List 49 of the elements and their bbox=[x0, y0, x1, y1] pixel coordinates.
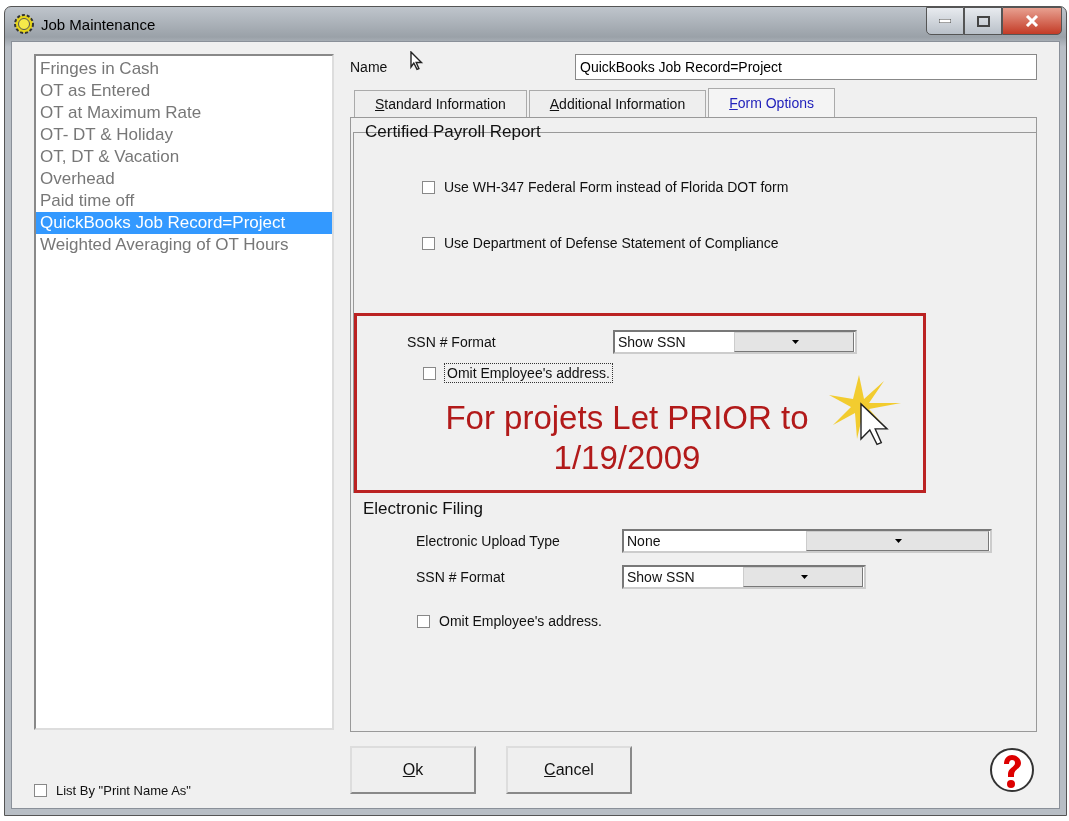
minimize-button[interactable] bbox=[926, 7, 964, 35]
list-item[interactable]: Overhead bbox=[36, 168, 332, 190]
list-item[interactable]: OT at Maximum Rate bbox=[36, 102, 332, 124]
list-item[interactable]: OT as Entered bbox=[36, 80, 332, 102]
list-item[interactable]: Paid time off bbox=[36, 190, 332, 212]
checkbox-label: Omit Employee's address. bbox=[445, 364, 612, 382]
callout-text: For projets Let PRIOR to 1/19/2009 bbox=[444, 398, 810, 478]
field-label: Electronic Upload Type bbox=[416, 533, 561, 549]
group-title: Electronic Filing bbox=[363, 499, 484, 519]
name-label: Name bbox=[350, 59, 388, 75]
group-title: Certified Payroll Report bbox=[365, 122, 541, 142]
field-label: SSN # Format bbox=[407, 334, 497, 350]
checkbox[interactable] bbox=[422, 180, 435, 194]
checkbox[interactable] bbox=[34, 784, 47, 797]
checkbox-label: Use Department of Defense Statement of Compliance bbox=[444, 235, 779, 251]
name-field[interactable]: QuickBooks Job Record=Project bbox=[575, 54, 1037, 80]
close-icon bbox=[1025, 15, 1039, 27]
caret-icon bbox=[791, 340, 799, 344]
checkbox[interactable] bbox=[423, 366, 436, 380]
gear-icon bbox=[13, 13, 35, 35]
ssn-format-dropdown[interactable]: Show SSN bbox=[613, 330, 857, 354]
ssn-format-dropdown[interactable]: Show SSN bbox=[622, 565, 866, 589]
upload-type-dropdown[interactable]: None bbox=[622, 529, 992, 553]
dropdown-button[interactable] bbox=[805, 531, 989, 551]
list-item[interactable]: Weighted Averaging of OT Hours bbox=[36, 234, 332, 256]
field-label: SSN # Format bbox=[416, 569, 506, 585]
caret-icon bbox=[895, 539, 903, 543]
list-item[interactable]: Fringes in Cash bbox=[36, 58, 332, 80]
dropdown-button[interactable] bbox=[733, 332, 854, 352]
tab[interactable]: Additional Information bbox=[528, 90, 707, 117]
caret-icon bbox=[800, 575, 808, 579]
dialog-button[interactable]: Cancel bbox=[506, 746, 632, 794]
help-icon[interactable] bbox=[989, 747, 1035, 793]
close-button[interactable] bbox=[1002, 7, 1062, 35]
checkbox-label: Use WH-347 Federal Form instead of Florida DOT form bbox=[444, 179, 789, 195]
window-title: Job Maintenance bbox=[41, 15, 156, 33]
maximize-icon bbox=[976, 15, 990, 27]
maximize-button[interactable] bbox=[964, 7, 1002, 35]
tab[interactable]: Form Options bbox=[708, 88, 835, 117]
checkbox-label: List By "Print Name As" bbox=[56, 783, 191, 798]
dialog-button[interactable]: Ok bbox=[350, 746, 476, 794]
tab[interactable]: Standard Information bbox=[354, 90, 527, 117]
dropdown-button[interactable] bbox=[742, 567, 863, 587]
minimize-icon bbox=[939, 19, 951, 23]
checkbox-label: Omit Employee's address. bbox=[439, 613, 602, 629]
list-item[interactable]: OT- DT & Holiday bbox=[36, 124, 332, 146]
checkbox[interactable] bbox=[422, 236, 435, 250]
checkbox[interactable] bbox=[417, 614, 430, 628]
list-item[interactable]: OT, DT & Vacation bbox=[36, 146, 332, 168]
